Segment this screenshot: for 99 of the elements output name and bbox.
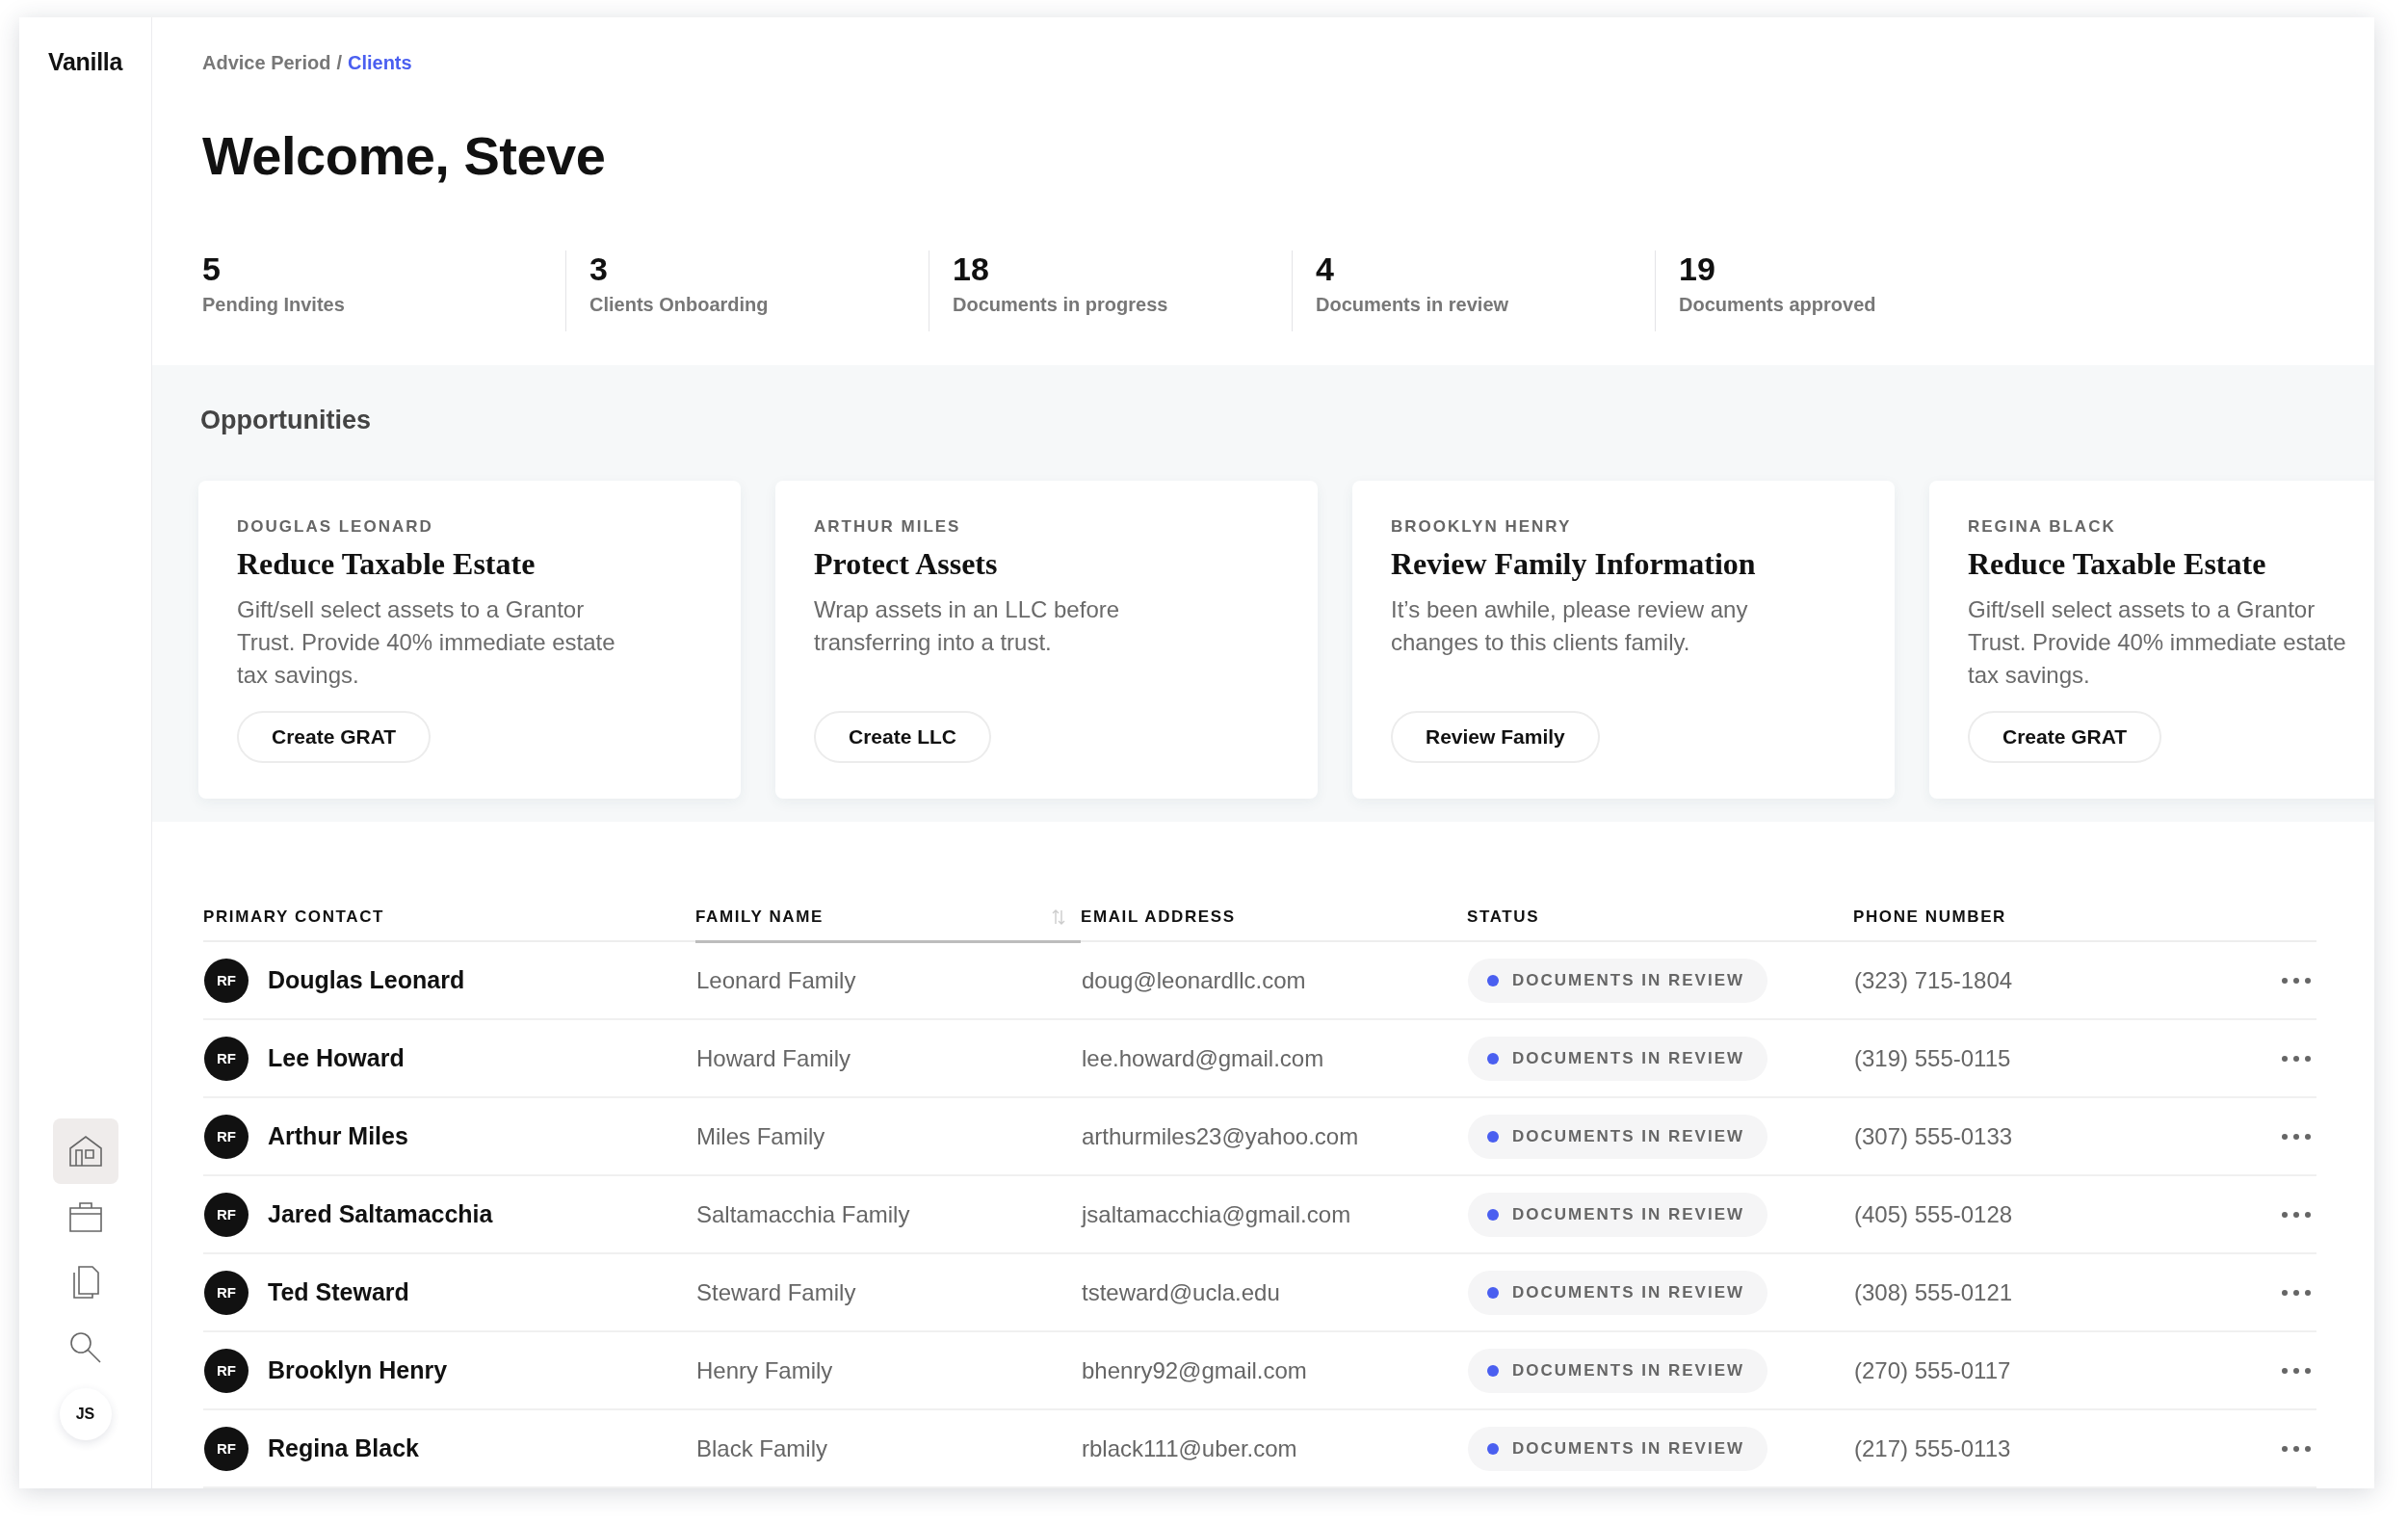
search-icon bbox=[67, 1330, 103, 1365]
section-title: Opportunities bbox=[200, 406, 372, 436]
phone-number: (319) 555-0115 bbox=[1854, 1044, 2011, 1071]
email-address: jsaltamacchia@gmail.com bbox=[1082, 1200, 1351, 1227]
stat-value: 19 bbox=[1679, 250, 1716, 288]
contact-avatar: RF bbox=[204, 958, 249, 1003]
logo: Vanilla bbox=[47, 48, 123, 76]
stat-value: 18 bbox=[953, 250, 990, 288]
status-dot bbox=[1487, 1286, 1499, 1299]
documents-icon bbox=[70, 1265, 100, 1300]
phone-number: (308) 555-0121 bbox=[1854, 1278, 2013, 1305]
contact-avatar: RF bbox=[204, 1426, 249, 1471]
phone-number: (307) 555-0133 bbox=[1854, 1122, 2013, 1149]
phone-number: (323) 715-1804 bbox=[1854, 966, 2013, 993]
status-dot bbox=[1487, 1052, 1499, 1065]
status-text: DOCUMENTS IN REVIEW bbox=[1512, 1048, 1745, 1068]
stat-label: Pending Invites bbox=[202, 294, 346, 316]
client-name: BROOKLYN HENRY bbox=[1391, 517, 1573, 538]
email-address: tsteward@ucla.edu bbox=[1082, 1278, 1280, 1305]
stat-value: 5 bbox=[202, 250, 222, 288]
stat-label: Documents in progress bbox=[953, 294, 1169, 316]
breadcrumb-link[interactable]: Advice Period bbox=[202, 52, 331, 74]
column-header[interactable]: FAMILY NAME bbox=[695, 907, 824, 927]
status-text: DOCUMENTS IN REVIEW bbox=[1512, 1204, 1745, 1224]
contact-name[interactable]: Jared Saltamacchia bbox=[268, 1200, 493, 1228]
briefcase-icon bbox=[67, 1200, 103, 1233]
family-name: Leonard Family bbox=[696, 966, 856, 993]
user-avatar[interactable]: JS bbox=[59, 1388, 112, 1440]
more-icon bbox=[2281, 976, 2312, 985]
breadcrumb-separator: / bbox=[336, 52, 342, 74]
status-text: DOCUMENTS IN REVIEW bbox=[1512, 1126, 1745, 1146]
family-name: Howard Family bbox=[696, 1044, 851, 1071]
contact-avatar: RF bbox=[204, 1192, 249, 1237]
stat-value: 4 bbox=[1316, 250, 1335, 288]
family-name: Steward Family bbox=[696, 1278, 856, 1305]
card-title: Reduce Taxable Estate bbox=[237, 546, 537, 583]
phone-number: (217) 555-0113 bbox=[1854, 1434, 2011, 1461]
contact-avatar: RF bbox=[204, 1348, 249, 1393]
card-description: It’s been awhile, please review any changes to this clients family. bbox=[1391, 595, 1749, 658]
client-name: DOUGLAS LEONARD bbox=[237, 517, 434, 538]
action-button[interactable]: Create LLC bbox=[814, 711, 992, 764]
status-text: DOCUMENTS IN REVIEW bbox=[1512, 970, 1745, 990]
card-description: Wrap assets in an LLC before transferring into a trust. bbox=[814, 595, 1121, 658]
stat-label: Documents in review bbox=[1316, 294, 1510, 316]
card-title: Review Family Information bbox=[1391, 546, 1757, 583]
page-title: Welcome, Steve bbox=[202, 124, 607, 187]
more-icon bbox=[2281, 1444, 2312, 1453]
more-icon bbox=[2281, 1366, 2312, 1375]
card-title: Protect Assets bbox=[814, 546, 999, 583]
contact-name[interactable]: Brooklyn Henry bbox=[268, 1356, 448, 1384]
status-dot bbox=[1487, 1364, 1499, 1377]
more-icon bbox=[2281, 1288, 2312, 1297]
email-address: bhenry92@gmail.com bbox=[1082, 1356, 1307, 1383]
email-address: rblack111@uber.com bbox=[1082, 1434, 1297, 1461]
contact-name[interactable]: Ted Steward bbox=[268, 1278, 409, 1306]
contact-avatar: RF bbox=[204, 1270, 249, 1315]
status-dot bbox=[1487, 974, 1499, 986]
email-address: lee.howard@gmail.com bbox=[1082, 1044, 1324, 1071]
action-button[interactable]: Create GRAT bbox=[237, 711, 432, 764]
family-name: Miles Family bbox=[696, 1122, 825, 1149]
email-address: doug@leonardllc.com bbox=[1082, 966, 1306, 993]
more-icon bbox=[2281, 1132, 2312, 1141]
status-text: DOCUMENTS IN REVIEW bbox=[1512, 1282, 1745, 1302]
phone-number: (405) 555-0128 bbox=[1854, 1200, 2013, 1227]
card-title: Reduce Taxable Estate bbox=[1968, 546, 2267, 583]
action-button[interactable]: Create GRAT bbox=[1968, 711, 2162, 764]
status-text: DOCUMENTS IN REVIEW bbox=[1512, 1360, 1745, 1380]
column-header[interactable]: EMAIL ADDRESS bbox=[1081, 907, 1236, 927]
more-icon bbox=[2281, 1054, 2312, 1063]
card-description: Gift/sell select assets to a Grantor Trust. Provide 40% immediate estate tax savings. bbox=[237, 595, 616, 691]
breadcrumb-link[interactable]: Clients bbox=[347, 52, 412, 74]
stat-label: Clients Onboarding bbox=[589, 294, 770, 316]
nav-button[interactable] bbox=[52, 1118, 118, 1184]
contact-avatar: RF bbox=[204, 1114, 249, 1159]
client-name: REGINA BLACK bbox=[1968, 517, 2117, 538]
column-header[interactable]: STATUS bbox=[1467, 907, 1540, 927]
column-header[interactable]: PRIMARY CONTACT bbox=[203, 907, 384, 927]
family-name: Henry Family bbox=[696, 1356, 833, 1383]
card-description: Gift/sell select assets to a Grantor Trust. Provide 40% immediate estate tax savings. bbox=[1968, 595, 2347, 691]
more-icon bbox=[2281, 1210, 2312, 1219]
client-name: ARTHUR MILES bbox=[814, 517, 962, 538]
contact-name[interactable]: Lee Howard bbox=[268, 1044, 405, 1072]
status-text: DOCUMENTS IN REVIEW bbox=[1512, 1438, 1745, 1459]
stat-value: 3 bbox=[589, 250, 609, 288]
contact-name[interactable]: Regina Black bbox=[268, 1434, 419, 1462]
stat-label: Documents approved bbox=[1679, 294, 1877, 316]
family-name: Saltamacchia Family bbox=[696, 1200, 910, 1227]
email-address: arthurmiles23@yahoo.com bbox=[1082, 1122, 1359, 1149]
home-icon bbox=[67, 1135, 103, 1168]
contact-avatar: RF bbox=[204, 1036, 249, 1081]
family-name: Black Family bbox=[696, 1434, 828, 1461]
column-header[interactable]: PHONE NUMBER bbox=[1853, 907, 2006, 927]
contact-name[interactable]: Arthur Miles bbox=[268, 1122, 408, 1150]
contact-name[interactable]: Douglas Leonard bbox=[268, 966, 465, 994]
action-button[interactable]: Review Family bbox=[1391, 711, 1600, 764]
status-dot bbox=[1487, 1442, 1499, 1455]
status-dot bbox=[1487, 1208, 1499, 1221]
phone-number: (270) 555-0117 bbox=[1854, 1356, 2011, 1383]
status-dot bbox=[1487, 1130, 1499, 1143]
